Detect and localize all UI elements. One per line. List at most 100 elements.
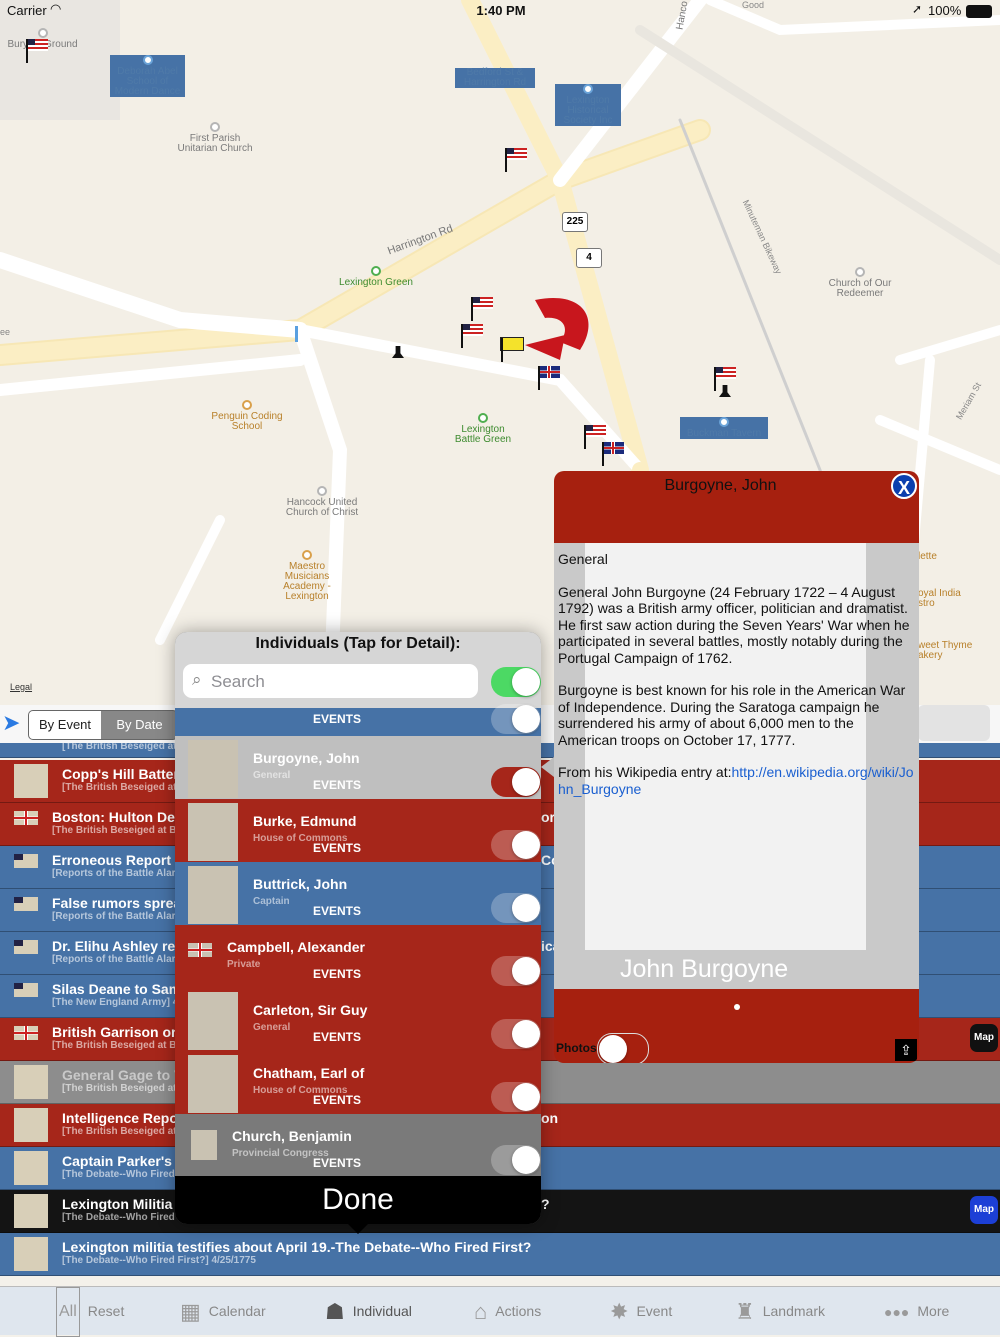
us-flag-marker-icon[interactable] — [471, 297, 493, 321]
select-all-toggle[interactable] — [491, 667, 541, 697]
individual-toggle[interactable] — [491, 1145, 541, 1175]
page-indicator-dot[interactable] — [734, 1004, 740, 1010]
event-title-tail: or — [541, 809, 555, 825]
tab-label: Landmark — [762, 1303, 825, 1319]
event-subtitle: [Reports of the Battle Alar — [52, 954, 176, 965]
map-legal-link[interactable]: Legal — [10, 682, 32, 692]
list-item[interactable]: EVENTS — [175, 704, 541, 737]
individual-name: Carleton, Sir Guy — [253, 1002, 368, 1018]
uk-flag-icon — [14, 811, 38, 825]
individual-name: Buttrick, John — [253, 876, 348, 892]
event-title-tail: ? — [541, 1196, 550, 1212]
detail-source: From his Wikipedia entry at:http://en.wi… — [558, 764, 914, 797]
individual-toggle[interactable] — [491, 767, 541, 797]
individual-toggle[interactable] — [491, 1019, 541, 1049]
events-label: EVENTS — [313, 1030, 362, 1044]
calendar-icon: ▦ — [180, 1299, 201, 1325]
tab-label: Reset — [87, 1303, 125, 1319]
us-flag-icon — [14, 897, 38, 911]
tab-label: Individual — [352, 1303, 412, 1319]
segment-by-date[interactable]: By Date — [102, 711, 177, 739]
events-label: EVENTS — [313, 712, 362, 726]
poi-first-parish[interactable]: First Parish Unitarian Church — [170, 122, 260, 154]
poi-label: Deborah Abel School of Modern Dance — [114, 66, 181, 97]
map-button[interactable]: Map — [970, 1024, 998, 1052]
poi-bedford-st[interactable]: Bedford St & Harrington Rd — [455, 68, 535, 88]
search-icon: ⌕ — [192, 670, 202, 689]
detail-rank: General — [558, 551, 608, 567]
tab-individual[interactable]: ☗ Individual — [325, 1287, 412, 1335]
search-input[interactable]: ⌕ Search — [183, 664, 478, 698]
list-item[interactable]: Lexington militia testifies about April … — [0, 1233, 1000, 1276]
tab-landmark[interactable]: ♜ Landmark — [735, 1287, 825, 1335]
tab-reset[interactable]: All Reset — [56, 1287, 125, 1337]
list-item[interactable]: Carleton, Sir Guy General EVENTS — [175, 988, 541, 1052]
us-flag-marker-icon[interactable] — [505, 148, 527, 172]
uk-flag-marker-icon[interactable] — [538, 366, 560, 390]
event-title: Silas Deane to Sam — [52, 981, 182, 997]
event-thumbnail — [14, 1194, 48, 1228]
search-field-partial[interactable] — [918, 705, 990, 741]
poi-royal-india[interactable]: oyal India stro — [918, 589, 978, 609]
individual-toggle[interactable] — [491, 956, 541, 986]
event-title: Boston: Hulton Des — [52, 809, 183, 825]
poi-deborah-abel[interactable]: Deborah Abel School of Modern Dance — [110, 55, 185, 97]
poi-buckman-tavern[interactable]: Buckman Tavern — [680, 417, 768, 439]
us-flag-icon — [14, 940, 38, 954]
individual-toggle[interactable] — [491, 893, 541, 923]
individual-portrait — [188, 866, 238, 924]
list-item[interactable]: Church, Benjamin Provincial Congress EVENT… — [175, 1114, 541, 1177]
us-flag-marker-icon[interactable] — [584, 425, 606, 449]
poi-label: Lexington Historical Society Inc — [563, 95, 613, 126]
list-item[interactable]: Buttrick, John Captain EVENTS — [175, 862, 541, 926]
individual-toggle[interactable] — [491, 1082, 541, 1112]
poi-label: oyal India stro — [918, 588, 961, 609]
more-icon: ●●● — [884, 1304, 910, 1321]
done-button[interactable]: Done — [175, 1176, 541, 1224]
individual-rank: General — [253, 1022, 291, 1033]
us-flag-marker-icon[interactable] — [714, 367, 736, 391]
detail-title: Burgoyne, John — [664, 477, 777, 494]
poi-sweet-thyme[interactable]: weet Thyme akery — [918, 641, 983, 661]
close-button[interactable]: X — [891, 473, 917, 499]
poi-lexington-battle-green[interactable]: Lexington Battle Green — [450, 413, 516, 445]
share-icon[interactable]: ⇪ — [895, 1039, 917, 1061]
individual-toggle[interactable] — [491, 704, 541, 734]
all-icon: All — [56, 1287, 80, 1337]
list-item[interactable]: Burke, Edmund House of Commons EVENTS — [175, 799, 541, 863]
photos-toggle[interactable] — [597, 1033, 649, 1063]
poi-lette[interactable]: lette — [918, 552, 958, 562]
list-item[interactable]: Burgoyne, John General EVENTS — [175, 736, 541, 800]
tab-label: More — [917, 1303, 950, 1319]
list-item[interactable]: Campbell, Alexander Private EVENTS — [175, 925, 541, 989]
individual-name: Campbell, Alexander — [227, 939, 365, 955]
tab-actions[interactable]: ⌂ Actions — [474, 1287, 541, 1335]
event-subtitle: [The British Beseiged at — [62, 1126, 177, 1137]
uk-flag-marker-icon[interactable] — [602, 442, 624, 466]
map-button[interactable]: Map — [970, 1196, 998, 1224]
event-subtitle: [Reports of the Battle Alar — [52, 868, 176, 879]
monument-icon: ♜ — [735, 1299, 755, 1325]
us-flag-marker-icon[interactable] — [26, 39, 48, 63]
tab-calendar[interactable]: ▦ Calendar — [180, 1287, 266, 1335]
poi-hancock-church[interactable]: Hancock United Church of Christ — [278, 486, 366, 518]
individual-toggle[interactable] — [491, 830, 541, 860]
segment-by-event[interactable]: By Event — [29, 711, 101, 739]
location-arrow-icon[interactable]: ➤ — [2, 710, 20, 736]
tab-more[interactable]: ●●● More — [884, 1287, 949, 1335]
poi-lexington-green[interactable]: Lexington Green — [330, 266, 422, 288]
individual-name: Chatham, Earl of — [253, 1065, 365, 1081]
yellow-flag-marker-icon[interactable] — [500, 337, 524, 362]
poi-church-our-redeemer[interactable]: Church of Our Redeemer — [825, 267, 895, 299]
list-item[interactable]: Chatham, Earl of House of Commons EVENTS — [175, 1051, 541, 1115]
individual-rank: Private — [227, 959, 261, 970]
tab-event[interactable]: ✸ Event — [610, 1287, 672, 1335]
detail-body[interactable]: John Burgoyne General General John Burgo… — [554, 543, 919, 989]
route-4-shield: 4 — [576, 248, 602, 268]
poi-penguin-coding[interactable]: Penguin Coding School — [208, 400, 286, 432]
event-thumbnail — [14, 764, 48, 798]
poi-maestro-musicians[interactable]: Maestro Musicians Academy - Lexington — [275, 550, 339, 602]
us-flag-marker-icon[interactable] — [461, 324, 483, 348]
poi-historical-society[interactable]: Lexington Historical Society Inc — [555, 84, 621, 126]
individual-rank: General — [253, 770, 291, 781]
